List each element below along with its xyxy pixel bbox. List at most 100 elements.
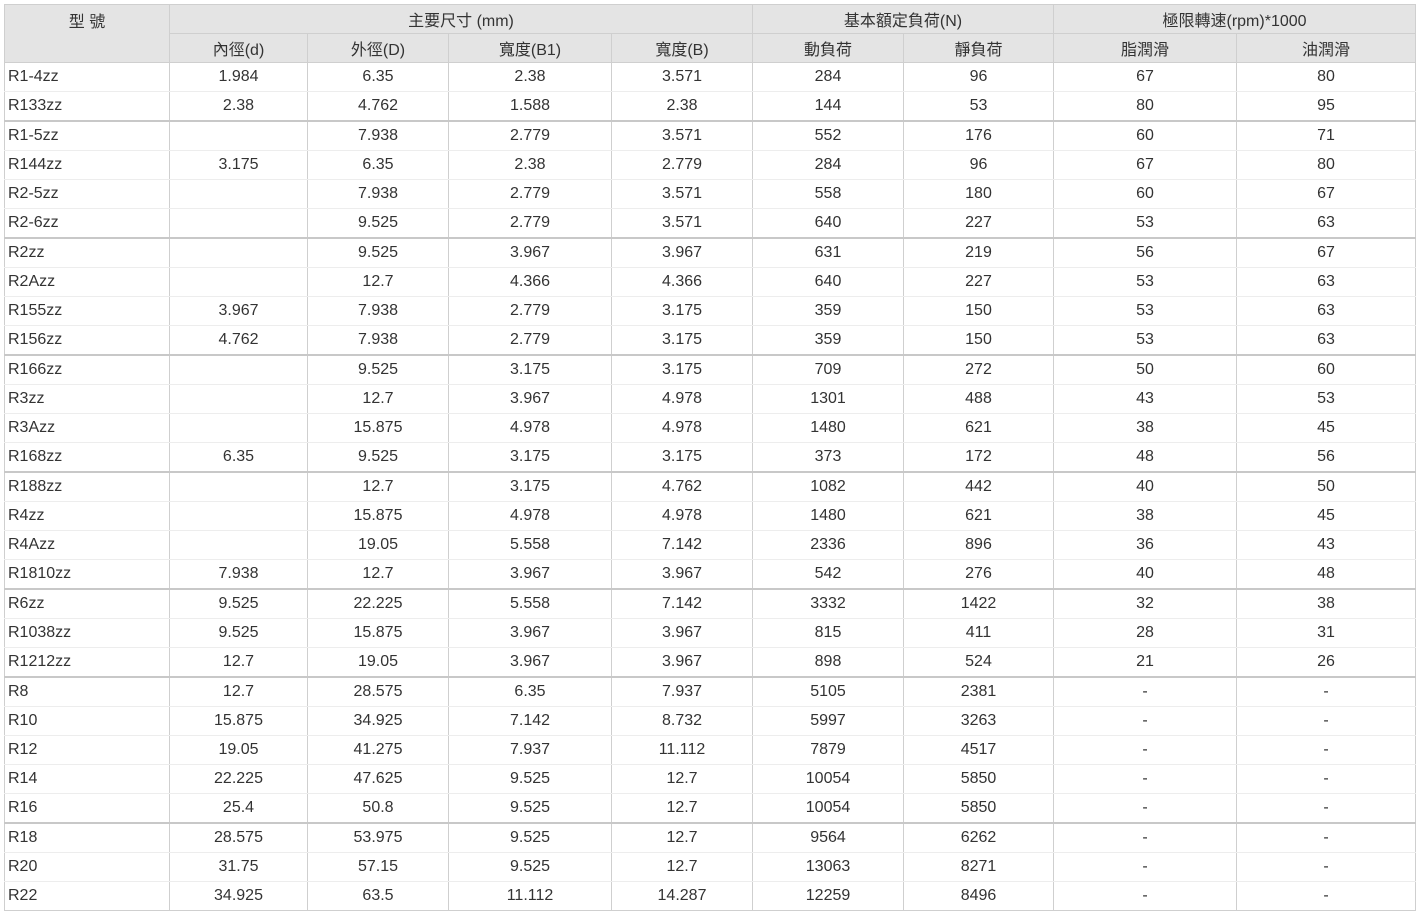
cell-width-b: 3.571 <box>610 208 754 239</box>
cell-width-b1: 9.525 <box>448 852 612 882</box>
cell-static-load: 176 <box>903 120 1055 151</box>
cell-model: R156zz <box>4 325 170 356</box>
cell-width-b1: 6.35 <box>448 676 612 707</box>
table-row: R168zz 6.35 9.525 3.175 3.175 373 172 48 56 <box>4 442 1417 473</box>
cell-model: R1212zz <box>4 647 170 678</box>
cell-static-load: 411 <box>903 618 1055 648</box>
cell-oil-speed: 71 <box>1236 120 1417 151</box>
cell-width-b: 7.142 <box>610 588 754 619</box>
cell-dynamic-load: 359 <box>752 325 905 356</box>
cell-model: R10 <box>4 706 170 736</box>
cell-outer-diameter: 34.925 <box>307 706 449 736</box>
cell-inner-diameter <box>169 501 308 531</box>
cell-static-load: 488 <box>903 384 1055 414</box>
cell-dynamic-load: 13063 <box>752 852 905 882</box>
cell-grease-speed: 50 <box>1053 354 1238 385</box>
cell-width-b1: 3.967 <box>448 618 612 648</box>
cell-dynamic-load: 631 <box>752 237 905 268</box>
cell-dynamic-load: 12259 <box>752 881 905 911</box>
cell-inner-diameter: 12.7 <box>169 647 308 678</box>
cell-width-b1: 5.558 <box>448 530 612 560</box>
header-outer-diameter: 外徑(D) <box>307 33 449 63</box>
cell-width-b1: 11.112 <box>448 881 612 911</box>
cell-grease-speed: 40 <box>1053 471 1238 502</box>
cell-width-b: 7.937 <box>610 676 754 707</box>
cell-outer-diameter: 19.05 <box>307 530 449 560</box>
cell-static-load: 150 <box>903 296 1055 326</box>
table-row: R166zz 9.525 3.175 3.175 709 272 50 60 <box>4 354 1417 385</box>
cell-oil-speed: 53 <box>1236 384 1417 414</box>
cell-oil-speed: - <box>1236 852 1417 882</box>
cell-width-b1: 4.978 <box>448 501 612 531</box>
cell-dynamic-load: 552 <box>752 120 905 151</box>
table-header: 型 號 主要尺寸 (mm) 基本額定負荷(N) 極限轉速(rpm)*1000 內… <box>4 4 1417 63</box>
cell-dynamic-load: 1082 <box>752 471 905 502</box>
cell-width-b1: 9.525 <box>448 793 612 824</box>
cell-inner-diameter <box>169 530 308 560</box>
cell-static-load: 1422 <box>903 588 1055 619</box>
cell-model: R6zz <box>4 588 170 619</box>
table-row: R2-6zz 9.525 2.779 3.571 640 227 53 63 <box>4 208 1417 239</box>
cell-model: R8 <box>4 676 170 707</box>
table-row: R8 12.7 28.575 6.35 7.937 5105 2381- - <box>4 676 1417 707</box>
cell-outer-diameter: 53.975 <box>307 822 449 853</box>
cell-width-b: 3.175 <box>610 325 754 356</box>
cell-width-b: 4.978 <box>610 413 754 443</box>
cell-model: R1-4zz <box>4 62 170 92</box>
table-row: R12 19.05 41.275 7.937 11.112 7879 4517- - <box>4 735 1417 765</box>
cell-static-load: 621 <box>903 413 1055 443</box>
cell-dynamic-load: 1301 <box>752 384 905 414</box>
cell-inner-diameter: 15.875 <box>169 706 308 736</box>
header-dimensions: 主要尺寸 (mm) <box>168 4 754 34</box>
cell-inner-diameter: 6.35 <box>169 442 308 473</box>
cell-width-b: 3.175 <box>610 442 754 473</box>
table-row: R4Azz 19.05 5.558 7.142 2336 896 36 43 <box>4 530 1417 560</box>
header-oil-lubrication: 油潤滑 <box>1236 33 1417 63</box>
cell-grease-speed: 38 <box>1053 413 1238 443</box>
cell-oil-speed: 95 <box>1236 91 1417 122</box>
cell-oil-speed: 63 <box>1236 267 1417 297</box>
cell-width-b1: 9.525 <box>448 822 612 853</box>
cell-inner-diameter <box>169 413 308 443</box>
cell-dynamic-load: 709 <box>752 354 905 385</box>
cell-oil-speed: 43 <box>1236 530 1417 560</box>
cell-inner-diameter <box>169 471 308 502</box>
cell-static-load: 227 <box>903 208 1055 239</box>
cell-oil-speed: 80 <box>1236 62 1417 92</box>
table-row: R1-4zz 1.984 6.35 2.38 3.571 284 96 67 80 <box>4 62 1417 92</box>
cell-grease-speed: 53 <box>1053 208 1238 239</box>
cell-width-b1: 2.779 <box>448 179 612 209</box>
cell-grease-speed: - <box>1053 764 1238 794</box>
cell-outer-diameter: 7.938 <box>307 179 449 209</box>
cell-oil-speed: 31 <box>1236 618 1417 648</box>
cell-inner-diameter <box>169 237 308 268</box>
cell-grease-speed: 53 <box>1053 267 1238 297</box>
cell-grease-speed: 40 <box>1053 559 1238 590</box>
cell-dynamic-load: 10054 <box>752 793 905 824</box>
cell-dynamic-load: 815 <box>752 618 905 648</box>
cell-oil-speed: 60 <box>1236 354 1417 385</box>
cell-outer-diameter: 47.625 <box>307 764 449 794</box>
cell-width-b1: 1.588 <box>448 91 612 122</box>
cell-static-load: 8271 <box>903 852 1055 882</box>
cell-static-load: 150 <box>903 325 1055 356</box>
cell-static-load: 3263 <box>903 706 1055 736</box>
cell-outer-diameter: 9.525 <box>307 237 449 268</box>
table-row: R14 22.225 47.625 9.525 12.7 10054 5850- - <box>4 764 1417 794</box>
cell-width-b: 2.38 <box>610 91 754 122</box>
cell-outer-diameter: 22.225 <box>307 588 449 619</box>
cell-width-b1: 3.967 <box>448 647 612 678</box>
table-row: R1810zz 7.938 12.7 3.967 3.967 542 276 40 48 <box>4 559 1417 590</box>
cell-oil-speed: 56 <box>1236 442 1417 473</box>
cell-dynamic-load: 898 <box>752 647 905 678</box>
cell-outer-diameter: 7.938 <box>307 120 449 151</box>
cell-width-b1: 2.38 <box>448 62 612 92</box>
cell-static-load: 896 <box>903 530 1055 560</box>
cell-width-b1: 7.937 <box>448 735 612 765</box>
cell-width-b: 8.732 <box>610 706 754 736</box>
cell-outer-diameter: 15.875 <box>307 618 449 648</box>
cell-model: R4zz <box>4 501 170 531</box>
cell-outer-diameter: 7.938 <box>307 296 449 326</box>
cell-width-b1: 9.525 <box>448 764 612 794</box>
cell-static-load: 4517 <box>903 735 1055 765</box>
